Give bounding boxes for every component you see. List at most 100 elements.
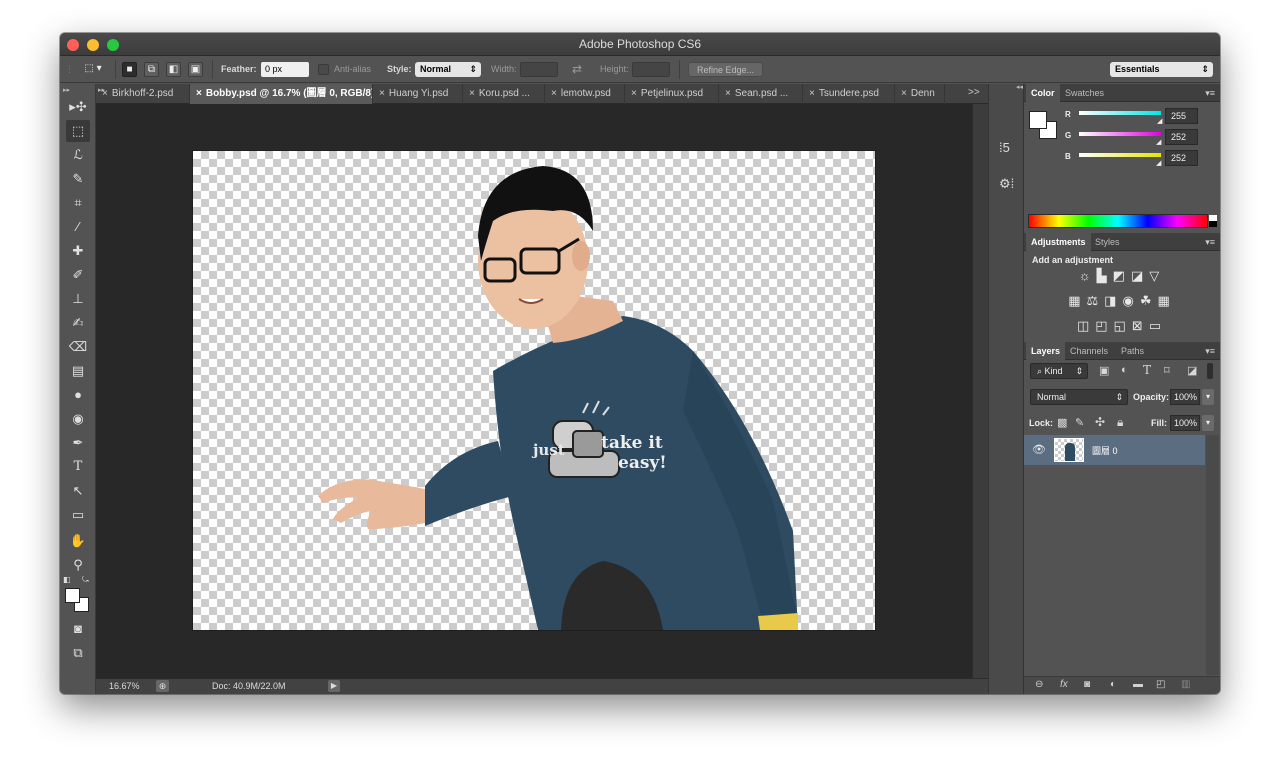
healing-brush-tool-icon[interactable]: ✚ [66, 240, 90, 262]
tabs-overflow-button[interactable]: >> [968, 87, 980, 98]
close-tab-icon[interactable]: × [551, 88, 557, 99]
filter-toggle-switch[interactable] [1207, 363, 1213, 379]
blend-mode-select[interactable]: Normal ⇕ [1030, 389, 1128, 405]
tab-channels[interactable]: Channels [1065, 342, 1113, 360]
foreground-color-swatch[interactable] [65, 588, 80, 603]
layer-row[interactable]: 👁︎ 圖層 0 [1024, 435, 1205, 465]
layer-name[interactable]: 圖層 0 [1092, 444, 1118, 457]
clone-stamp-tool-icon[interactable]: ⊥ [66, 288, 90, 310]
opacity-dropdown-icon[interactable]: ▾ [1202, 389, 1214, 405]
brightness-contrast-icon[interactable]: ☼ [1079, 268, 1097, 283]
dodge-tool-icon[interactable]: ◉ [66, 408, 90, 430]
gradient-map-icon[interactable]: ▭ [1149, 318, 1167, 333]
layer-style-icon[interactable]: fx [1060, 679, 1068, 690]
blur-tool-icon[interactable]: ● [66, 384, 90, 406]
screen-mode-icon[interactable]: ⧉ [66, 642, 90, 664]
hue-saturation-icon[interactable]: ▦ [1068, 293, 1086, 308]
tab-layers[interactable]: Layers [1026, 342, 1066, 360]
panel-menu-icon[interactable]: ▾≡ [1205, 88, 1215, 99]
document-tab[interactable]: × Sean.psd ... [719, 84, 803, 104]
close-tab-icon[interactable]: × [196, 88, 202, 99]
channel-slider[interactable] [1079, 132, 1161, 136]
eraser-tool-icon[interactable]: ⌫ [66, 336, 90, 358]
layer-kind-filter[interactable]: ⌕ Kind ⇕ [1030, 363, 1088, 379]
black-white-icon[interactable]: ◨ [1104, 293, 1122, 308]
levels-icon[interactable]: ▙ [1097, 268, 1113, 283]
close-tab-icon[interactable]: × [379, 88, 385, 99]
new-selection-icon[interactable]: ■ [122, 62, 137, 77]
tool-preset-picker[interactable]: ⬚ ▾ [78, 62, 108, 77]
channel-value-input[interactable]: 252 [1165, 129, 1198, 145]
close-tab-icon[interactable]: × [469, 88, 475, 99]
status-menu-arrow-icon[interactable]: ▶ [328, 680, 340, 692]
delete-layer-icon[interactable]: ▥ [1181, 679, 1190, 690]
opacity-input[interactable]: 100% [1170, 389, 1200, 405]
filter-pixel-icon[interactable]: ▣ [1099, 364, 1109, 377]
exposure-icon[interactable]: ◪ [1131, 268, 1149, 283]
close-tab-icon[interactable]: × [901, 88, 907, 99]
path-selection-tool-icon[interactable]: ↖ [66, 480, 90, 502]
history-panel-icon[interactable]: ⁞5 [999, 140, 1010, 155]
eyedropper-tool-icon[interactable]: ⁄ [66, 216, 90, 238]
panel-menu-icon[interactable]: ▾≡ [1205, 237, 1215, 248]
lock-all-icon[interactable]: 🔒︎ [1117, 415, 1123, 430]
channel-mixer-icon[interactable]: ☘ [1140, 293, 1158, 308]
close-tab-icon[interactable]: × [102, 88, 108, 99]
panel-menu-icon[interactable]: ▾≡ [1205, 346, 1215, 357]
slider-thumb-icon[interactable]: ◢ [1156, 138, 1161, 146]
filter-smart-object-icon[interactable]: ◪ [1187, 364, 1197, 377]
threshold-icon[interactable]: ◱ [1114, 318, 1132, 333]
color-balance-icon[interactable]: ⚖ [1087, 293, 1105, 308]
zoom-level[interactable]: 16.67% [109, 681, 140, 691]
zoom-tool-icon[interactable]: ⚲ [66, 554, 90, 576]
marquee-tool-icon[interactable]: ⬚ [66, 120, 90, 142]
channel-value-input[interactable]: 255 [1165, 108, 1198, 124]
eye-icon[interactable]: 👁︎ [1032, 443, 1046, 456]
filter-type-icon[interactable]: T [1143, 363, 1151, 377]
tab-paths[interactable]: Paths [1116, 342, 1149, 360]
link-layers-icon[interactable]: ⊖ [1035, 679, 1043, 690]
intersect-selection-icon[interactable]: ▣ [188, 62, 203, 77]
quick-mask-icon[interactable]: ◙ [66, 618, 90, 640]
antialias-checkbox[interactable] [318, 64, 329, 75]
rectangle-tool-icon[interactable]: ▭ [66, 504, 90, 526]
strip-collapse-icon[interactable]: ◂◂ [1016, 83, 1023, 91]
selective-color-icon[interactable]: ⊠ [1132, 318, 1149, 333]
subtract-from-selection-icon[interactable]: ◧ [166, 62, 181, 77]
slider-thumb-icon[interactable]: ◢ [1157, 117, 1162, 125]
document-tab[interactable]: × lemotw.psd [545, 84, 625, 104]
gradient-tool-icon[interactable]: ▤ [66, 360, 90, 382]
document-tab[interactable]: × Bobby.psd @ 16.7% (圖層 0, RGB/8) [190, 84, 373, 104]
close-tab-icon[interactable]: × [725, 88, 731, 99]
move-tool-icon[interactable]: ▸✣ [66, 96, 90, 118]
brush-tool-icon[interactable]: ✐ [66, 264, 90, 286]
default-colors-icon[interactable]: ◧ [63, 575, 71, 584]
tab-swatches[interactable]: Swatches [1060, 84, 1109, 102]
feather-input[interactable]: 0 px [261, 62, 309, 77]
document-tab[interactable]: × Koru.psd ... [463, 84, 545, 104]
type-tool-icon[interactable]: T [66, 456, 90, 478]
close-tab-icon[interactable]: × [631, 88, 637, 99]
color-fg-swatch[interactable] [1029, 111, 1047, 129]
filter-shape-icon[interactable]: ⌑ [1164, 364, 1170, 377]
document-tab[interactable]: × Petjelinux.psd [625, 84, 719, 104]
invert-icon[interactable]: ◫ [1077, 318, 1095, 333]
fill-input[interactable]: 100% [1170, 415, 1200, 431]
quick-selection-tool-icon[interactable]: ✎ [66, 168, 90, 190]
posterize-icon[interactable]: ◰ [1095, 318, 1113, 333]
curves-icon[interactable]: ◩ [1113, 268, 1131, 283]
tab-styles[interactable]: Styles [1090, 233, 1125, 251]
document-tab[interactable]: × Huang Yi.psd [373, 84, 463, 104]
tab-color[interactable]: Color [1026, 84, 1060, 102]
channel-value-input[interactable]: 252 [1165, 150, 1198, 166]
tools-collapse-icon[interactable]: ▸▸ [63, 86, 70, 94]
pen-tool-icon[interactable]: ✒ [66, 432, 90, 454]
channel-slider[interactable] [1079, 111, 1161, 115]
new-group-icon[interactable]: ▬ [1133, 679, 1143, 690]
swap-width-height-icon[interactable]: ⇄ [572, 62, 582, 77]
lock-image-icon[interactable]: ✎ [1075, 416, 1084, 429]
workspace-select[interactable]: Essentials ⇕ [1110, 62, 1213, 77]
hand-tool-icon[interactable]: ✋ [66, 530, 90, 552]
document-canvas[interactable]: just take it easy! [193, 151, 875, 630]
document-tab[interactable]: × Tsundere.psd [803, 84, 895, 104]
